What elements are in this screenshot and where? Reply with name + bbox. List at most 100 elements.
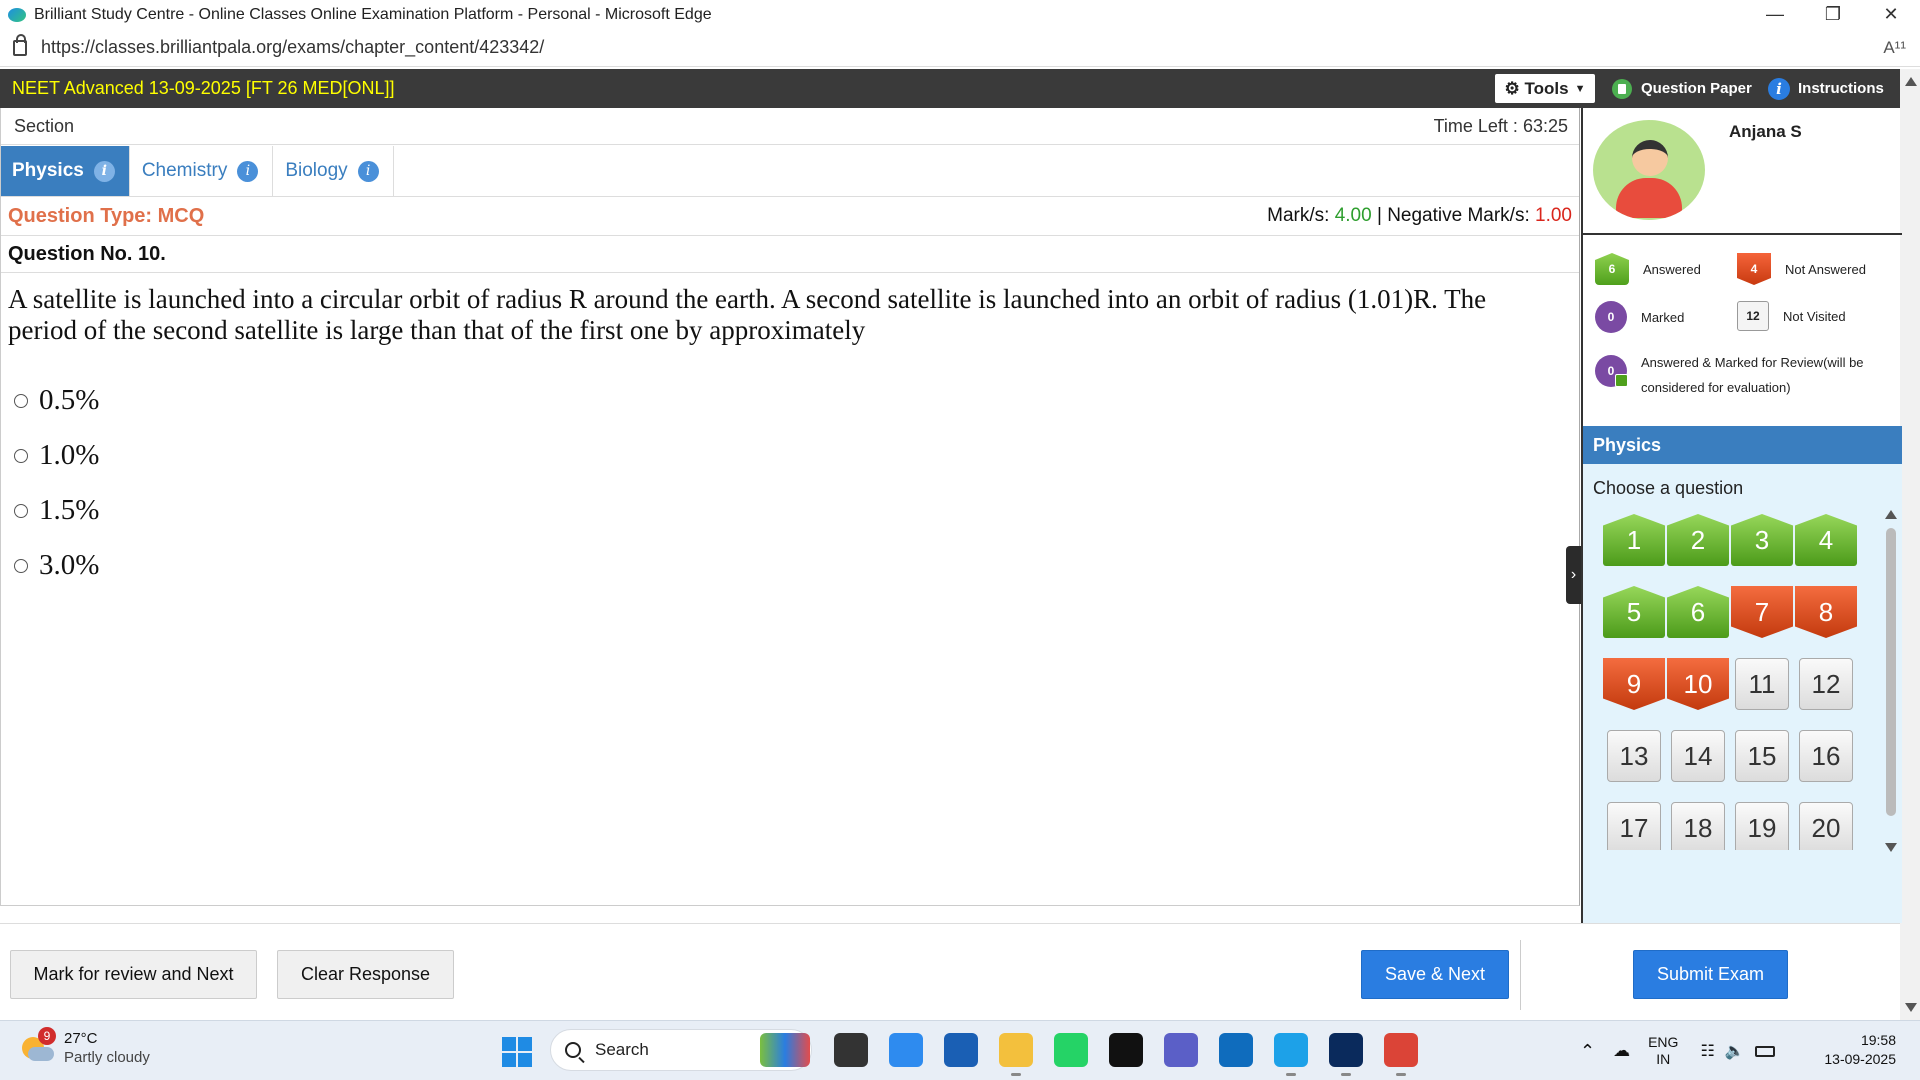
outlook-icon[interactable] xyxy=(1219,1033,1253,1067)
option-b[interactable]: 1.0% xyxy=(14,439,99,472)
legend-label: Not Answered xyxy=(1785,261,1866,277)
microsoft-store-icon[interactable] xyxy=(944,1033,978,1067)
lock-icon[interactable] xyxy=(13,33,27,56)
legend-marked: 0 Marked xyxy=(1595,301,1684,333)
tab-chemistry[interactable]: Chemistry i xyxy=(130,146,274,196)
whatsapp-icon[interactable] xyxy=(1054,1033,1088,1067)
window-title: Brilliant Study Centre - Online Classes … xyxy=(34,5,712,23)
choose-question-label: Choose a question xyxy=(1593,478,1744,498)
read-aloud-icon[interactable]: A¹¹ xyxy=(1883,38,1906,58)
palette-question-14[interactable]: 14 xyxy=(1671,730,1725,782)
restore-icon[interactable]: ❐ xyxy=(1804,0,1862,29)
page-scrollbar[interactable] xyxy=(1900,69,1920,1020)
answered-marked-badge: 0 xyxy=(1595,355,1628,387)
palette-question-19[interactable]: 19 xyxy=(1735,802,1789,850)
palette-question-5[interactable]: 5 xyxy=(1603,586,1665,638)
palette-question-13[interactable]: 13 xyxy=(1607,730,1661,782)
palette-question-17[interactable]: 17 xyxy=(1607,802,1661,850)
volume-icon[interactable]: 🔈 xyxy=(1725,1041,1745,1061)
minimize-icon[interactable]: — xyxy=(1746,0,1804,29)
url-text[interactable]: https://classes.brilliantpala.org/exams/… xyxy=(41,37,544,58)
exam-title: NEET Advanced 13-09-2025 [FT 26 MED[ONL]… xyxy=(12,78,395,98)
palette-question-3[interactable]: 3 xyxy=(1731,514,1793,566)
app-icon[interactable] xyxy=(1164,1033,1198,1067)
palette-question-11[interactable]: 11 xyxy=(1735,658,1789,710)
scroll-up-icon[interactable] xyxy=(1885,510,1897,519)
windows-start-icon[interactable] xyxy=(502,1037,532,1067)
chrome-icon[interactable] xyxy=(1384,1033,1418,1076)
palette-question-16[interactable]: 16 xyxy=(1799,730,1853,782)
status-legend: 6 Answered 4 Not Answered 0 Marked 12 No… xyxy=(1583,237,1902,427)
marks-label: Mark/s: xyxy=(1267,205,1330,226)
time-left-value: 63:25 xyxy=(1522,115,1568,136)
option-radio[interactable] xyxy=(14,448,28,463)
taskbar-clock[interactable]: 19:58 13-09-2025 xyxy=(1824,1031,1896,1069)
webex-icon[interactable] xyxy=(1329,1033,1363,1076)
weather-description: Partly cloudy xyxy=(64,1049,150,1066)
option-c[interactable]: 1.5% xyxy=(14,494,99,527)
palette-question-6[interactable]: 6 xyxy=(1667,586,1729,638)
chevron-right-icon: › xyxy=(1570,566,1577,583)
battery-icon[interactable] xyxy=(1754,1045,1775,1057)
scroll-down-icon[interactable] xyxy=(1885,843,1897,852)
temperature: 27°C xyxy=(64,1030,98,1047)
option-radio[interactable] xyxy=(14,503,28,518)
scroll-thumb[interactable] xyxy=(1886,528,1896,816)
palette-question-2[interactable]: 2 xyxy=(1667,514,1729,566)
clear-response-button[interactable]: Clear Response xyxy=(277,950,454,999)
weather-widget[interactable]: 9 27°C Partly cloudy xyxy=(22,1027,150,1067)
save-next-button[interactable]: Save & Next xyxy=(1361,950,1509,999)
edge-profile-icon[interactable] xyxy=(8,7,26,22)
time-left-label: Time Left : xyxy=(1433,115,1518,136)
palette-question-10[interactable]: 10 xyxy=(1667,658,1729,710)
collapse-panel-handle[interactable]: › xyxy=(1566,546,1581,604)
palette-question-1[interactable]: 1 xyxy=(1603,514,1665,566)
mark-review-next-button[interactable]: Mark for review and Next xyxy=(10,950,257,999)
close-icon[interactable]: ✕ xyxy=(1862,0,1920,29)
option-a[interactable]: 0.5% xyxy=(14,384,99,417)
tab-physics[interactable]: Physics i xyxy=(0,146,130,196)
scroll-up-icon[interactable] xyxy=(1905,77,1917,86)
dell-icon[interactable] xyxy=(1109,1033,1143,1067)
tab-biology[interactable]: Biology i xyxy=(273,146,394,196)
info-icon[interactable]: i xyxy=(93,160,115,182)
chevron-up-icon[interactable]: ⌃ xyxy=(1580,1041,1595,1062)
task-view-icon[interactable] xyxy=(834,1033,868,1067)
palette-question-15[interactable]: 15 xyxy=(1735,730,1789,782)
microsoft-copilot-icon[interactable] xyxy=(889,1033,923,1067)
option-d[interactable]: 3.0% xyxy=(14,549,99,582)
onedrive-icon[interactable]: ☁ xyxy=(1613,1041,1630,1061)
palette-question-8[interactable]: 8 xyxy=(1795,586,1857,638)
negative-marks-label: Negative Mark/s: xyxy=(1387,205,1530,226)
windows-taskbar: 9 27°C Partly cloudy Search ⌃ ☁ ENG IN ☷… xyxy=(0,1020,1920,1080)
system-tray: ⌃ ☁ ENG IN ☷ 🔈 xyxy=(1580,1031,1775,1071)
legend-label: Not Visited xyxy=(1783,308,1846,324)
palette-question-12[interactable]: 12 xyxy=(1799,658,1853,710)
palette-question-20[interactable]: 20 xyxy=(1799,802,1853,850)
submit-exam-button[interactable]: Submit Exam xyxy=(1633,950,1788,999)
info-icon[interactable]: i xyxy=(237,160,259,182)
instructions-link[interactable]: i Instructions xyxy=(1768,69,1884,108)
question-paper-link[interactable]: Question Paper xyxy=(1612,69,1752,108)
avatar xyxy=(1593,120,1705,220)
question-type-row: Question Type: MCQ Mark/s: 4.00 | Negati… xyxy=(0,197,1580,236)
marks-separator: | xyxy=(1376,205,1382,226)
file-explorer-icon[interactable] xyxy=(999,1033,1033,1076)
option-radio[interactable] xyxy=(14,558,28,573)
tools-dropdown[interactable]: ⚙ Tools ▼ xyxy=(1495,74,1595,103)
copilot-icon[interactable] xyxy=(760,1033,810,1067)
palette-question-18[interactable]: 18 xyxy=(1671,802,1725,850)
scroll-down-icon[interactable] xyxy=(1905,1003,1917,1012)
palette-question-9[interactable]: 9 xyxy=(1603,658,1665,710)
edge-icon[interactable] xyxy=(1274,1033,1308,1076)
caret-down-icon: ▼ xyxy=(1574,82,1586,95)
language-indicator[interactable]: ENG IN xyxy=(1648,1034,1678,1068)
palette-question-4[interactable]: 4 xyxy=(1795,514,1857,566)
info-icon[interactable]: i xyxy=(357,160,379,182)
wifi-icon[interactable]: ☷ xyxy=(1700,1041,1714,1061)
option-radio[interactable] xyxy=(14,393,28,408)
clock-time: 19:58 xyxy=(1860,1032,1896,1048)
address-bar[interactable]: https://classes.brilliantpala.org/exams/… xyxy=(0,29,1920,67)
palette-scrollbar[interactable] xyxy=(1882,504,1900,884)
palette-question-7[interactable]: 7 xyxy=(1731,586,1793,638)
